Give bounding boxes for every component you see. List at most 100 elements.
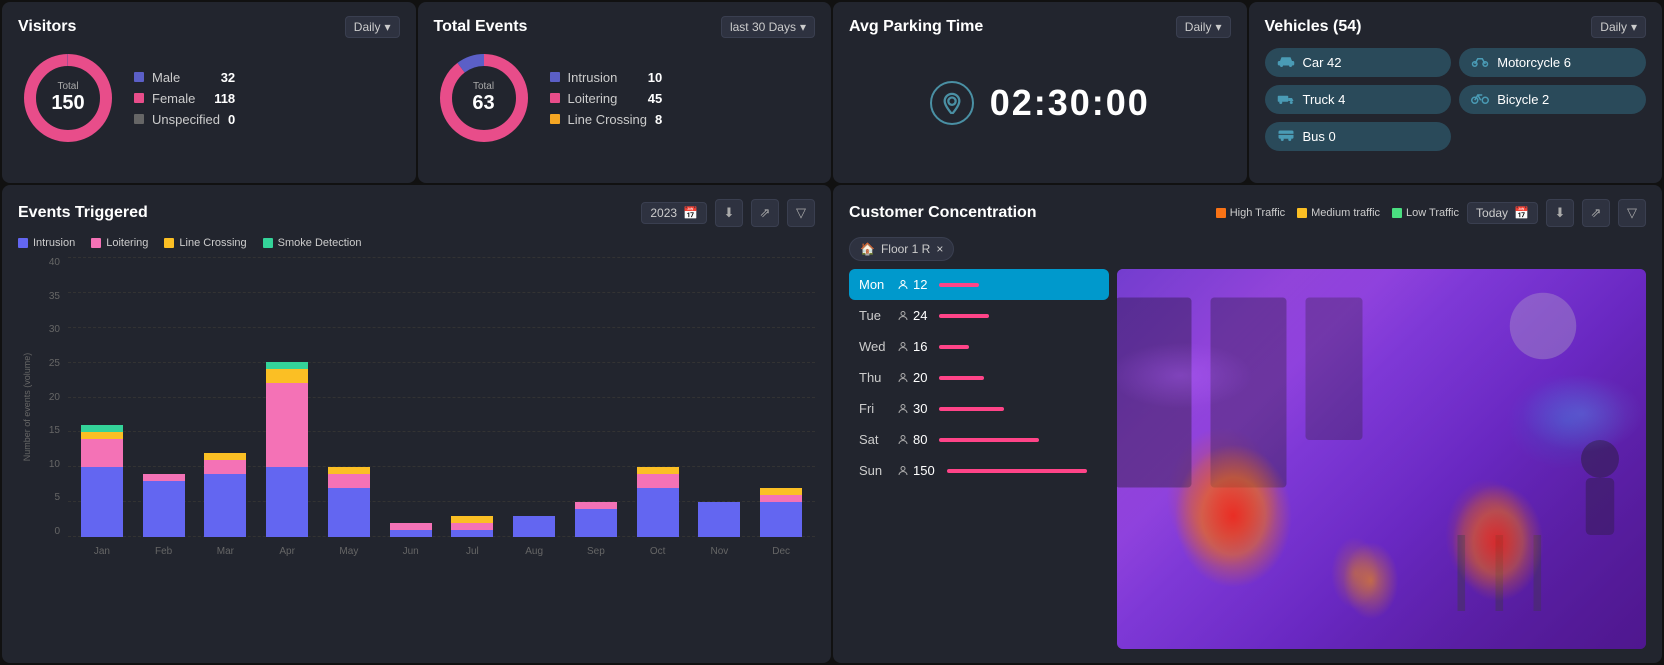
loitering-dot bbox=[550, 93, 560, 103]
linecrossing-legend-dot bbox=[164, 238, 174, 248]
vehicles-header: Vehicles (54) Daily ▾ bbox=[1265, 16, 1647, 38]
stacked-bar[interactable] bbox=[698, 502, 740, 537]
day-traffic-bar bbox=[939, 283, 979, 287]
floor-badge[interactable]: 🏠 Floor 1 R × bbox=[849, 237, 954, 261]
intrusion-segment bbox=[81, 467, 123, 537]
loitering-segment bbox=[204, 460, 246, 474]
day-count: 30 bbox=[897, 401, 927, 416]
stacked-bar[interactable] bbox=[575, 502, 617, 537]
vehicle-bicycle: Bicycle 2 bbox=[1459, 85, 1646, 114]
intrusion-dot bbox=[550, 72, 560, 82]
concentration-download-btn[interactable]: ⬇ bbox=[1546, 199, 1574, 227]
stacked-bar[interactable] bbox=[451, 516, 493, 537]
stacked-bar[interactable] bbox=[637, 467, 679, 537]
day-name: Mon bbox=[859, 277, 889, 292]
person-icon bbox=[897, 465, 909, 477]
concentration-header: Customer Concentration High Traffic Medi… bbox=[849, 199, 1646, 227]
day-list-item[interactable]: Wed 16 bbox=[849, 331, 1109, 362]
vehicle-bus: Bus 0 bbox=[1265, 122, 1452, 151]
year-selector[interactable]: 2023 📅 bbox=[641, 202, 707, 224]
visitors-dropdown[interactable]: Daily ▾ bbox=[345, 16, 400, 38]
events-legend: Intrusion 10 Loitering 45 Line Crossing … bbox=[550, 70, 663, 127]
concentration-share-btn[interactable]: ⇗ bbox=[1582, 199, 1610, 227]
bicycle-icon bbox=[1471, 91, 1489, 108]
bar-group bbox=[319, 257, 379, 537]
loitering-legend-dot bbox=[91, 238, 101, 248]
bar-group bbox=[196, 257, 256, 537]
loitering-segment bbox=[575, 502, 617, 509]
chevron-down-icon: ▾ bbox=[1215, 20, 1221, 34]
share-button[interactable]: ⇗ bbox=[751, 199, 779, 227]
stacked-bar[interactable] bbox=[204, 453, 246, 537]
day-list-item[interactable]: Thu 20 bbox=[849, 362, 1109, 393]
truck-label: Truck 4 bbox=[1303, 92, 1346, 107]
bar-group bbox=[134, 257, 194, 537]
intrusion-segment bbox=[451, 530, 493, 537]
car-icon bbox=[1277, 54, 1295, 71]
customer-concentration-card: Customer Concentration High Traffic Medi… bbox=[833, 185, 1662, 663]
stacked-bar[interactable] bbox=[81, 425, 123, 537]
x-label: Jul bbox=[443, 546, 503, 557]
bar-group bbox=[566, 257, 626, 537]
events-total-label: Total 63 bbox=[472, 81, 494, 115]
loitering-segment bbox=[637, 474, 679, 488]
legend-item-male: Male 32 bbox=[134, 70, 235, 85]
intrusion-segment bbox=[698, 502, 740, 537]
day-list-item[interactable]: Fri 30 bbox=[849, 393, 1109, 424]
stacked-bar[interactable] bbox=[513, 516, 555, 537]
download-button[interactable]: ⬇ bbox=[715, 199, 743, 227]
legend-item-female: Female 118 bbox=[134, 91, 235, 106]
day-list: Mon 12 Tue 24 Wed 16 Thu bbox=[849, 269, 1109, 649]
day-list-item[interactable]: Sun 150 bbox=[849, 455, 1109, 486]
legend-linecrossing: Line Crossing bbox=[164, 237, 246, 249]
person-icon bbox=[897, 403, 909, 415]
filter-button[interactable]: ▽ bbox=[787, 199, 815, 227]
medium-traffic-dot bbox=[1297, 208, 1307, 218]
concentration-filter-btn[interactable]: ▽ bbox=[1618, 199, 1646, 227]
smoke-legend-dot bbox=[263, 238, 273, 248]
stacked-bar[interactable] bbox=[760, 488, 802, 537]
stacked-bar[interactable] bbox=[266, 362, 308, 537]
chart-controls: 2023 📅 ⬇ ⇗ ▽ bbox=[641, 199, 815, 227]
loitering-segment bbox=[760, 495, 802, 502]
linecrossing-segment bbox=[81, 432, 123, 439]
events-dropdown[interactable]: last 30 Days ▾ bbox=[721, 16, 815, 38]
x-label: May bbox=[319, 546, 379, 557]
concentration-date-selector[interactable]: Today 📅 bbox=[1467, 202, 1538, 224]
legend-intrusion: Intrusion bbox=[18, 237, 75, 249]
bar-group bbox=[504, 257, 564, 537]
day-list-item[interactable]: Tue 24 bbox=[849, 300, 1109, 331]
parking-dropdown[interactable]: Daily ▾ bbox=[1176, 16, 1231, 38]
stacked-bar[interactable] bbox=[328, 467, 370, 537]
loitering-segment bbox=[143, 474, 185, 481]
x-label: Apr bbox=[257, 546, 317, 557]
bars-area: JanFebMarAprMayJunJulAugSepOctNovDec bbox=[68, 257, 815, 557]
linecrossing-segment bbox=[637, 467, 679, 474]
stacked-bar[interactable] bbox=[143, 474, 185, 537]
concentration-controls: High Traffic Medium traffic Low Traffic … bbox=[1216, 199, 1646, 227]
visitors-total-label: Total 150 bbox=[51, 81, 84, 115]
day-list-item[interactable]: Mon 12 bbox=[849, 269, 1109, 300]
day-traffic-bar bbox=[939, 438, 1039, 442]
day-traffic-bar bbox=[939, 407, 1004, 411]
smoke-segment bbox=[81, 425, 123, 432]
x-label: Jun bbox=[381, 546, 441, 557]
chart-header: Events Triggered 2023 📅 ⬇ ⇗ ▽ bbox=[18, 199, 815, 227]
legend-item-loitering: Loitering 45 bbox=[550, 91, 663, 106]
x-label: Mar bbox=[196, 546, 256, 557]
concentration-title: Customer Concentration bbox=[849, 204, 1037, 222]
x-label: Aug bbox=[504, 546, 564, 557]
loitering-segment bbox=[390, 523, 432, 530]
linecrossing-segment bbox=[266, 369, 308, 383]
bicycle-label: Bicycle 2 bbox=[1497, 92, 1549, 107]
chevron-down-icon: ▾ bbox=[1631, 20, 1637, 34]
day-list-item[interactable]: Sat 80 bbox=[849, 424, 1109, 455]
person-icon bbox=[897, 434, 909, 446]
stacked-bar[interactable] bbox=[390, 523, 432, 537]
close-icon[interactable]: × bbox=[936, 242, 943, 256]
bar-group bbox=[751, 257, 811, 537]
male-color-dot bbox=[134, 72, 144, 82]
vehicles-dropdown[interactable]: Daily ▾ bbox=[1591, 16, 1646, 38]
motorcycle-label: Motorcycle 6 bbox=[1497, 55, 1571, 70]
day-count: 16 bbox=[897, 339, 927, 354]
